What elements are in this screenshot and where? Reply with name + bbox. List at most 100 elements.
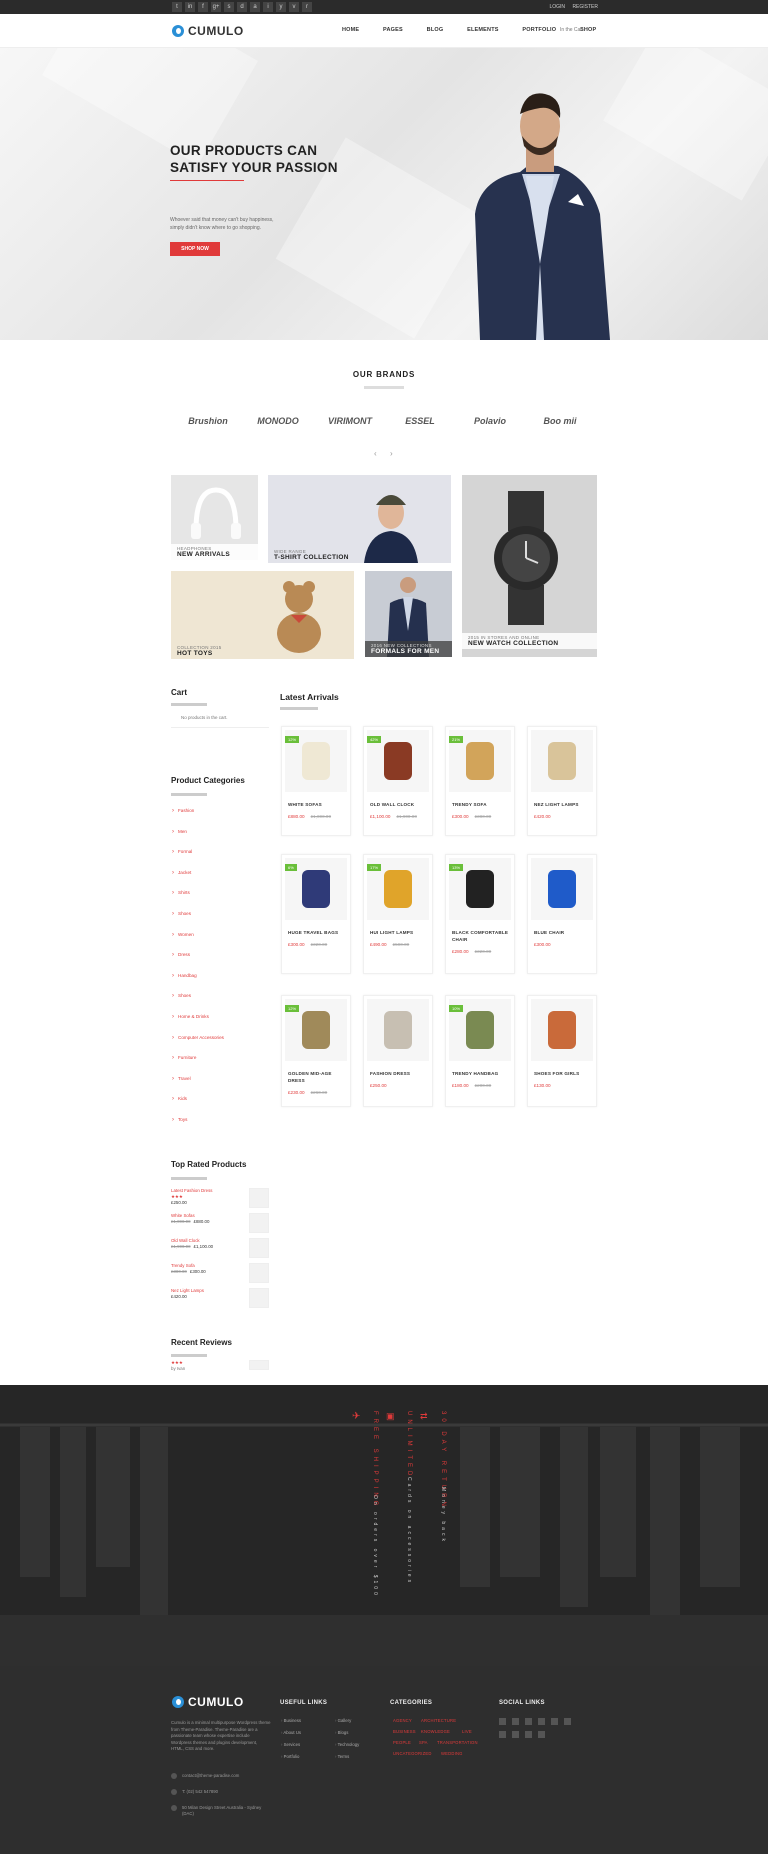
menu-elements[interactable]: ELEMENTS	[467, 27, 499, 33]
category-link[interactable]: Kids	[172, 1096, 187, 1102]
category-link[interactable]: Fashion	[172, 808, 194, 814]
instagram-icon[interactable]: i	[263, 2, 273, 12]
category-link[interactable]: Shoes	[172, 993, 191, 999]
logo[interactable]: CUMULO	[172, 24, 244, 38]
footer-link[interactable]: Gallery	[335, 1718, 352, 1723]
promo-tile-tshirt[interactable]: WIDE RANGE T-SHIRT COLLECTION	[268, 475, 451, 563]
product-name[interactable]: TRENDY HANDBAG	[452, 1070, 510, 1077]
brand-logo-monodo[interactable]: MONODO	[250, 406, 306, 436]
twitter-icon[interactable]: t	[172, 2, 182, 12]
footer-category-tag[interactable]: AGENCY	[393, 1718, 412, 1723]
category-link[interactable]: Handbag	[172, 973, 197, 979]
product-name[interactable]: NEZ LIGHT LAMPS	[534, 801, 592, 808]
product-name[interactable]: GOLDEN MID-AGE DRESS	[288, 1070, 346, 1084]
twitter-icon[interactable]	[499, 1718, 506, 1725]
category-link[interactable]: Home & Drinks	[172, 1014, 209, 1020]
category-link[interactable]: Shirts	[172, 890, 190, 896]
product-card[interactable]: 6% HUGE TRAVEL BAGS £300.00 £320.00	[281, 854, 351, 974]
brand-logo-polavio[interactable]: Polavio	[462, 406, 518, 436]
product-card[interactable]: FASHION DRESS £250.00	[363, 995, 433, 1107]
top-rated-item[interactable]: Old Wall Clock £1,900.00 £1,100.00	[171, 1238, 213, 1250]
footer-category-tag[interactable]: WEDDING	[441, 1751, 463, 1756]
brands-prev-arrow-icon[interactable]: ‹	[374, 449, 377, 458]
menu-pages[interactable]: PAGES	[383, 27, 403, 33]
menu-blog[interactable]: BLOG	[427, 27, 444, 33]
skype-icon[interactable]: s	[224, 2, 234, 12]
footer-email[interactable]: contact@theme-paradise.com	[182, 1773, 272, 1779]
product-card[interactable]: 13% BLACK COMFORTABLE CHAIR £280.00 £320.00	[445, 854, 515, 974]
brand-logo-essel[interactable]: ESSEL	[392, 406, 448, 436]
top-rated-item[interactable]: Nez Light Lamps £420.00	[171, 1288, 204, 1300]
category-link[interactable]: Jacket	[172, 870, 191, 876]
menu-portfolio[interactable]: PORTFOLIO	[522, 27, 556, 33]
category-link[interactable]: Men	[172, 829, 187, 835]
category-link[interactable]: Toys	[172, 1117, 187, 1123]
menu-home[interactable]: HOME	[342, 27, 359, 33]
footer-link[interactable]: Portfolio	[281, 1754, 300, 1759]
category-link[interactable]: Travel	[172, 1076, 191, 1082]
product-name[interactable]: FASHION DRESS	[370, 1070, 428, 1077]
youtube-icon[interactable]	[525, 1731, 532, 1738]
category-link[interactable]: Women	[172, 932, 194, 938]
footer-link[interactable]: Blogs	[335, 1730, 349, 1735]
linkedin-icon[interactable]: in	[185, 2, 195, 12]
category-link[interactable]: Computer Accessories	[172, 1035, 224, 1041]
vimeo-icon[interactable]: v	[289, 2, 299, 12]
product-card[interactable]: NEZ LIGHT LAMPS £420.00	[527, 726, 597, 836]
login-link[interactable]: LOGIN	[549, 4, 565, 10]
footer-category-tag[interactable]: KNOWLEDGE	[421, 1729, 450, 1734]
product-name[interactable]: OLD WALL CLOCK	[370, 801, 428, 808]
skype-icon[interactable]	[551, 1718, 558, 1725]
category-link[interactable]: Formal	[172, 849, 192, 855]
product-name[interactable]: WHITE SOFAS	[288, 801, 346, 808]
brand-logo-boomii[interactable]: Boo mii	[532, 406, 588, 436]
brand-logo-virimont[interactable]: VIRIMONT	[322, 406, 378, 436]
footer-category-tag[interactable]: BUSINESS	[393, 1729, 416, 1734]
googleplus-icon[interactable]: g+	[211, 2, 221, 12]
category-link[interactable]: Shoes	[172, 911, 191, 917]
product-card[interactable]: 42% OLD WALL CLOCK £1,100.00 £1,900.00	[363, 726, 433, 836]
promo-tile-watch[interactable]: 2015 IN STORES AND ONLINE NEW WATCH COLLE…	[462, 475, 597, 657]
footer-logo[interactable]: CUMULO	[172, 1695, 244, 1709]
product-name[interactable]: HUI LIGHT LAMPS	[370, 929, 428, 936]
register-link[interactable]: REGISTER	[572, 4, 598, 10]
product-card[interactable]: 12% GOLDEN MID-AGE DRESS £230.00 £260.00	[281, 995, 351, 1107]
footer-category-tag[interactable]: PEOPLE	[393, 1740, 411, 1745]
footer-category-tag[interactable]: ARCHITECTURE	[421, 1718, 456, 1723]
instagram-icon[interactable]	[512, 1731, 519, 1738]
category-link[interactable]: Furniture	[172, 1055, 196, 1061]
product-card[interactable]: 21% TRENDY SOFA £300.00 £380.00	[445, 726, 515, 836]
product-image[interactable]	[367, 999, 429, 1061]
shop-now-button[interactable]: SHOP NOW	[170, 242, 220, 256]
product-name[interactable]: HUGE TRAVEL BAGS	[288, 929, 346, 936]
dribbble-icon[interactable]: d	[237, 2, 247, 12]
footer-category-tag[interactable]: UNCATEGORIZED	[393, 1751, 432, 1756]
top-rated-thumb[interactable]	[249, 1288, 269, 1308]
facebook-icon[interactable]	[525, 1718, 532, 1725]
top-rated-thumb[interactable]	[249, 1238, 269, 1258]
brand-logo-brushion[interactable]: Brushion	[180, 406, 236, 436]
top-rated-thumb[interactable]	[249, 1188, 269, 1208]
cart-link[interactable]: In the Cart	[560, 27, 583, 33]
footer-link[interactable]: About Us	[281, 1730, 301, 1735]
review-product-thumb[interactable]	[249, 1360, 269, 1370]
product-image[interactable]	[531, 858, 593, 920]
vimeo-icon[interactable]	[538, 1731, 545, 1738]
linkedin-icon[interactable]	[512, 1718, 519, 1725]
top-rated-thumb[interactable]	[249, 1213, 269, 1233]
footer-link[interactable]: Business	[281, 1718, 301, 1723]
product-card[interactable]: 12% WHITE SOFAS £880.00 £1,000.00	[281, 726, 351, 836]
dribbble-icon[interactable]	[564, 1718, 571, 1725]
product-name[interactable]: TRENDY SOFA	[452, 801, 510, 808]
youtube-icon[interactable]: y	[276, 2, 286, 12]
top-rated-item[interactable]: Latest Fashion Dress ★★★ £250.00	[171, 1188, 213, 1206]
apple-icon[interactable]	[499, 1731, 506, 1738]
product-card[interactable]: BLUE CHAIR £300.00	[527, 854, 597, 974]
brands-next-arrow-icon[interactable]: ›	[390, 449, 393, 458]
footer-link[interactable]: Services	[281, 1742, 300, 1747]
top-rated-item[interactable]: Trendy Sofa £380.00 £300.00	[171, 1263, 206, 1275]
top-rated-item[interactable]: White Sofas £1,000.00 £880.00	[171, 1213, 209, 1225]
apple-icon[interactable]: a	[250, 2, 260, 12]
facebook-icon[interactable]: f	[198, 2, 208, 12]
footer-link[interactable]: Technology	[335, 1742, 360, 1747]
